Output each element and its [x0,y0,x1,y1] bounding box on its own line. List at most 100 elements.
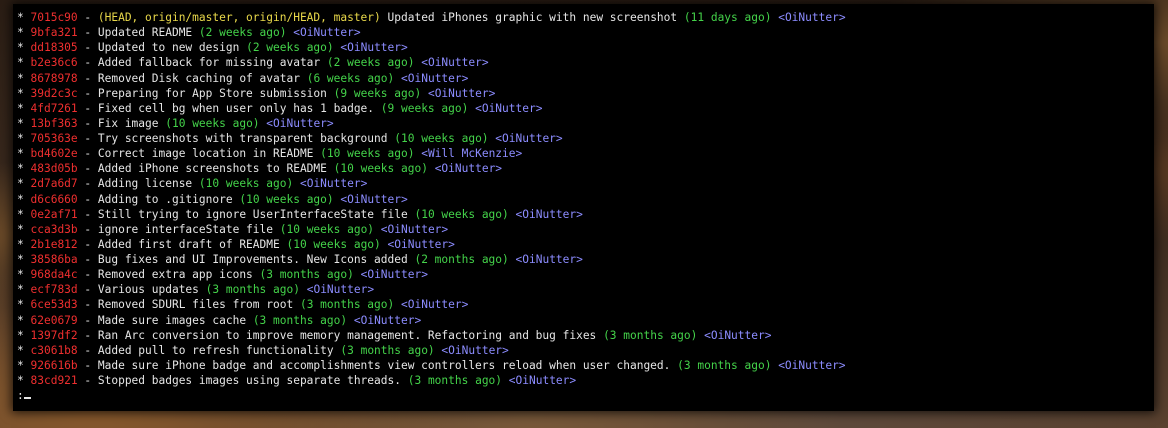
commit-author: <OiNutter> [508,374,577,387]
graph-bullet: * [17,147,24,161]
separator: - [77,147,98,161]
commit-line: * 705363e - Try screenshots with transpa… [17,131,1151,146]
commit-hash: bd4602e [30,147,78,161]
separator: - [77,132,98,145]
commit-line: * 8678978 - Removed Disk caching of avat… [17,71,1151,86]
separator: - [77,253,98,266]
commit-hash: 8678978 [30,71,78,85]
commit-message: Ran Arc conversion to improve memory man… [97,328,597,342]
graph-bullet: * [17,298,24,312]
commit-date: (9 weeks ago) [333,86,422,100]
commit-author: <OiNutter> [421,56,489,70]
commit-author: <OiNutter> [293,26,361,40]
commit-author: <OiNutter> [306,283,375,297]
commit-date: (3 months ago) [252,313,348,327]
commit-message: Bug fixes and UI Improvements. New Icons… [97,253,408,266]
commit-line: * 13bf363 - Fix image (10 weeks ago) <Oi… [17,116,1151,131]
pager-prompt[interactable]: : [17,388,1151,403]
graph-bullet: * [17,116,24,130]
commit-author: <OiNutter> [427,86,496,100]
commit-message: Removed extra app icons [97,268,253,282]
separator: - [77,192,98,206]
separator: - [77,358,98,372]
commit-hash: 9bfa321 [30,26,78,40]
commit-date: (10 weeks ago) [286,237,381,251]
commit-hash: 62e0679 [30,313,78,327]
commit-hash: 38586ba [30,253,78,266]
commit-date: (9 weeks ago) [380,101,469,115]
commit-date: (3 months ago) [677,358,772,372]
commit-author: <OiNutter> [299,177,368,191]
commit-author: <OiNutter> [353,313,422,327]
commit-line: * 62e0679 - Made sure images cache (3 mo… [17,313,1151,328]
graph-bullet: * [17,283,24,297]
commit-author: <OiNutter> [495,132,563,145]
commit-author: <Will McKenzie> [421,147,523,161]
commit-hash: d6c6660 [30,192,78,206]
commit-line: * ecf783d - Various updates (3 months ag… [17,282,1151,297]
commit-line: * 4fd7261 - Fixed cell bg when user only… [17,101,1151,116]
commit-message: Updated README [97,26,193,40]
commit-date: (10 weeks ago) [414,207,509,221]
commit-message: Correct image location in README [97,147,314,161]
commit-hash: 13bf363 [30,116,78,130]
commit-hash: 39d2c3c [30,86,78,100]
commit-date: (6 weeks ago) [306,71,395,85]
commit-line: * 7015c90 - (HEAD, origin/master, origin… [17,10,1151,25]
ref-names: (HEAD, origin/master, origin/HEAD, maste… [97,11,381,24]
commit-author: <OiNutter> [704,328,772,342]
commit-date: (10 weeks ago) [333,162,428,176]
commit-author: <OiNutter> [441,343,509,357]
commit-hash: 6ce53d3 [30,298,78,312]
commit-author: <OiNutter> [401,298,469,312]
graph-bullet: * [17,71,24,85]
commit-line: * dd18305 - Updated to new design (2 wee… [17,40,1151,55]
commit-message: Added pull to refresh functionality [97,343,334,357]
commit-author: <OiNutter> [340,41,408,55]
commit-hash: 705363e [30,132,78,145]
commit-line: * 83cd921 - Stopped badges images using … [17,373,1151,388]
commit-date: (3 months ago) [259,268,354,282]
commit-message: Removed Disk caching of avatar [97,71,300,85]
commit-date: (3 months ago) [340,343,435,357]
commit-message: ignore interfaceState file [97,222,273,236]
commit-date: (2 months ago) [414,253,509,266]
separator: - [77,313,98,327]
commit-author: <OiNutter> [340,192,408,206]
commit-line: * 2d7a6d7 - Adding license (10 weeks ago… [17,176,1151,191]
graph-bullet: * [17,86,24,100]
commit-hash: 968da4c [30,268,78,282]
commit-line: * 38586ba - Bug fixes and UI Improvement… [17,252,1151,267]
separator: - [77,237,98,251]
graph-bullet: * [17,41,24,55]
terminal-window[interactable]: * 7015c90 - (HEAD, origin/master, origin… [13,4,1154,411]
commit-date: (10 weeks ago) [394,132,489,145]
commit-message: Updated to new design [97,41,240,55]
text-cursor [23,397,31,400]
commit-line: * 483d05b - Added iPhone screenshots to … [17,161,1151,176]
commit-message: Added fallback for missing avatar [97,56,321,70]
separator: - [77,86,98,100]
graph-bullet: * [17,192,24,206]
commit-date: (10 weeks ago) [320,147,415,161]
commit-date: (3 months ago) [407,374,503,387]
graph-bullet: * [17,162,24,176]
graph-bullet: * [17,328,24,342]
commit-author: <OiNutter> [434,162,503,176]
commit-hash: 2d7a6d7 [30,177,78,191]
commit-line: * 9bfa321 - Updated README (2 weeks ago)… [17,25,1151,40]
separator: - [77,41,98,55]
graph-bullet: * [17,11,24,24]
commit-line: * 0e2af71 - Still trying to ignore UserI… [17,207,1151,222]
commit-date: (10 weeks ago) [279,222,375,236]
commit-author: <OiNutter> [515,207,583,221]
separator: - [77,207,98,221]
commit-message: Stopped badges images using separate thr… [97,374,401,387]
graph-bullet: * [17,222,24,236]
commit-hash: b2e36c6 [30,56,78,70]
separator: - [77,298,98,312]
separator: - [77,374,98,387]
commit-line: * 2b1e812 - Added first draft of README … [17,237,1151,252]
commit-message: Adding to .gitignore [97,192,233,206]
separator: - [77,71,98,85]
